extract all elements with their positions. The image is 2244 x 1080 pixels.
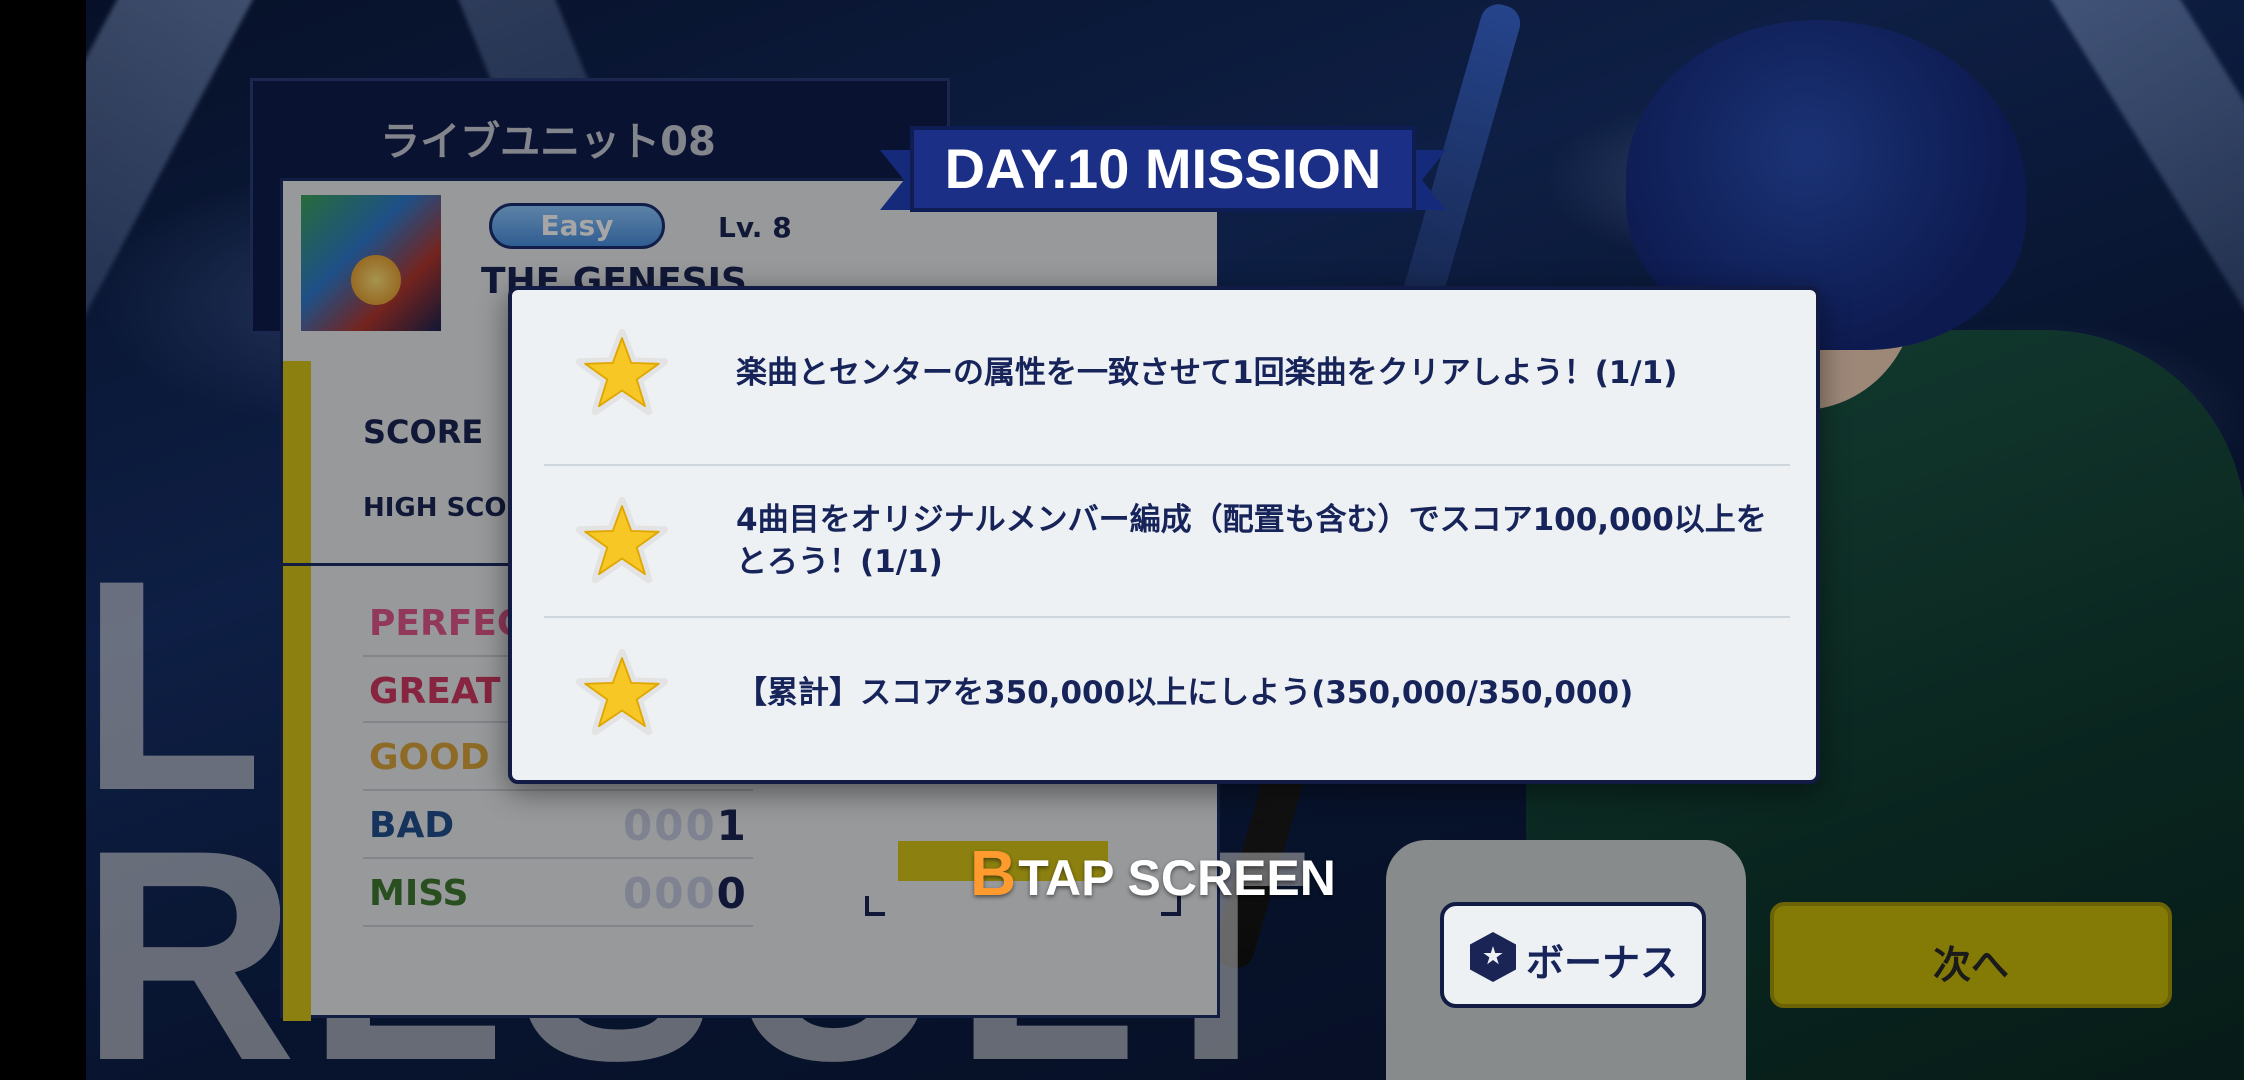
tap-screen-prompt[interactable]: BTAP SCREEN xyxy=(970,836,1336,910)
mission-item: 4曲目をオリジナルメンバー編成（配置も含む）でスコア100,000以上をとろう！… xyxy=(544,466,1790,616)
bonus-button-label: ボーナス xyxy=(1526,941,1679,985)
mission-item: 【累計】スコアを350,000以上にしよう(350,000/350,000) xyxy=(544,618,1790,768)
star-icon xyxy=(576,328,668,416)
star-icon xyxy=(576,648,668,736)
mission-dialog[interactable]: 楽曲とセンターの属性を一致させて1回楽曲をクリアしよう！(1/1) 4曲目をオリ… xyxy=(508,286,1820,784)
mission-banner-title: DAY.10 MISSION xyxy=(910,126,1416,212)
next-button-label: 次へ xyxy=(1932,943,2009,987)
tap-screen-label: TAP SCREEN xyxy=(1018,850,1336,906)
mission-item: 楽曲とセンターの属性を一致させて1回楽曲をクリアしよう！(1/1) xyxy=(544,298,1790,448)
star-icon xyxy=(576,496,668,584)
mission-text: 4曲目をオリジナルメンバー編成（配置も含む）でスコア100,000以上をとろう！… xyxy=(736,502,1767,580)
rank-letter: B xyxy=(970,837,1017,909)
bonus-badge-icon xyxy=(1470,932,1516,982)
bonus-button[interactable]: ボーナス xyxy=(1440,902,1706,1008)
mission-text: 【累計】スコアを350,000以上にしよう(350,000/350,000) xyxy=(736,675,1634,711)
mission-banner: DAY.10 MISSION xyxy=(880,126,1446,218)
next-button[interactable]: 次へ xyxy=(1770,902,2172,1008)
mission-text: 楽曲とセンターの属性を一致させて1回楽曲をクリアしよう！(1/1) xyxy=(736,355,1678,391)
